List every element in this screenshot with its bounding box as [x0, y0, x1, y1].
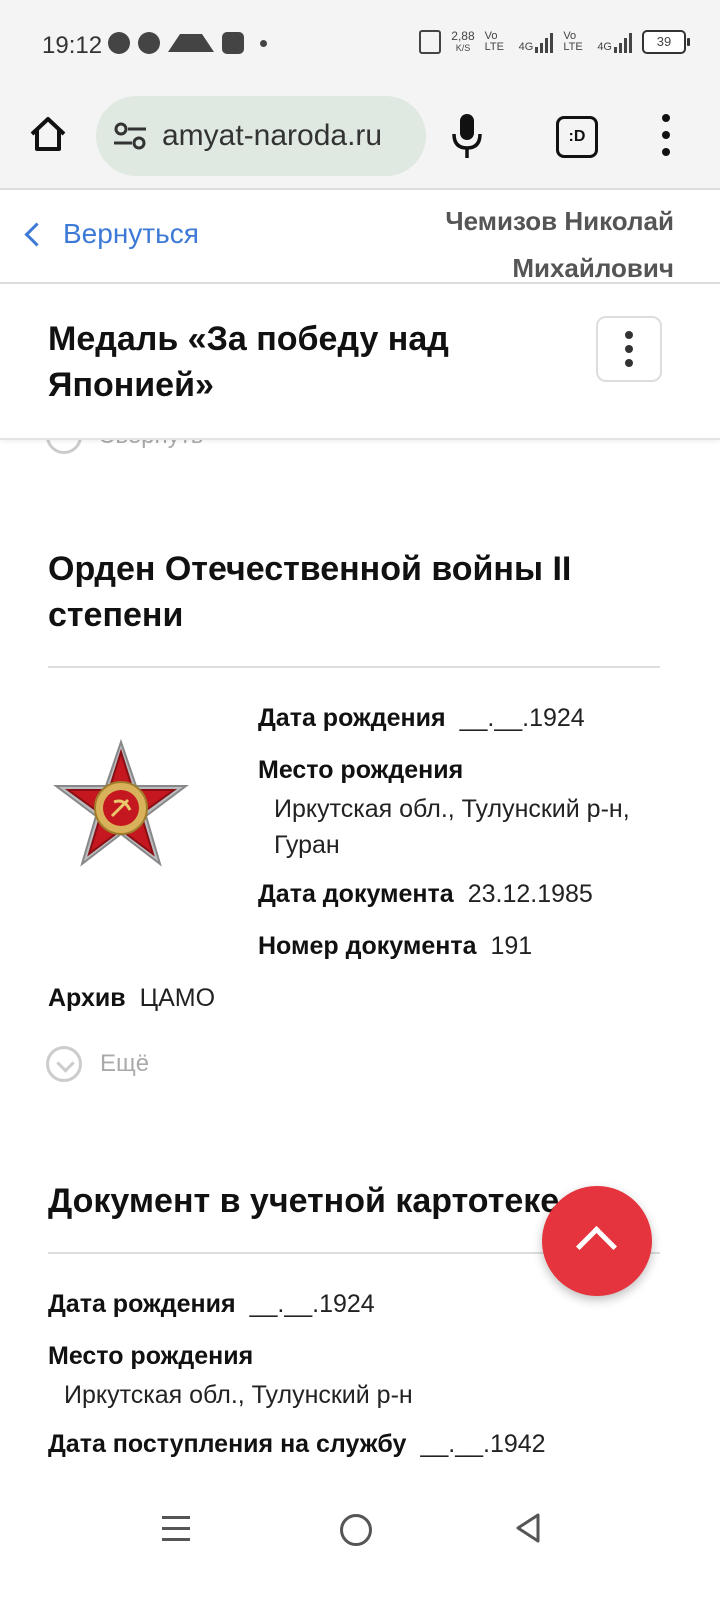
- home-icon[interactable]: [28, 114, 68, 154]
- telegram-icon: [168, 34, 214, 52]
- chevron-left-icon: [24, 221, 49, 247]
- address-bar[interactable]: amyat-naroda.ru: [96, 96, 426, 176]
- signal-icon: [614, 31, 632, 53]
- nfc-icon: [419, 30, 442, 54]
- notification-icons: [108, 32, 267, 54]
- dot-icon: [625, 359, 633, 367]
- person-name: Чемизов Николай Михайлович: [445, 206, 674, 283]
- site-settings-icon[interactable]: [112, 122, 148, 150]
- section-title-order: Орден Отечественной войны II степени: [48, 550, 572, 634]
- sim1-4g: 4G: [519, 31, 554, 53]
- page-top-bar: Вернуться Чемизов Николай Михайлович: [0, 190, 720, 284]
- home-nav-icon[interactable]: [340, 1514, 372, 1546]
- sim1-volte: Vo LTE: [484, 30, 504, 53]
- field-birth-place: Место рождения Иркутская обл., Тулунский…: [258, 756, 630, 859]
- award-title: Медаль «За победу над Японией»: [48, 320, 449, 404]
- browser-menu-icon[interactable]: [662, 114, 670, 165]
- back-label: Вернуться: [63, 218, 199, 249]
- dot-icon: [260, 39, 267, 47]
- order-medal-icon: [53, 738, 189, 867]
- status-bar: 19:12 2,88 K/S Vo LTE 4G Vo LTE 4G 39: [0, 0, 720, 92]
- microphone-icon[interactable]: [450, 112, 484, 160]
- back-nav-icon[interactable]: [514, 1512, 542, 1544]
- sim2-volte: Vo LTE: [563, 30, 583, 53]
- status-right: 2,88 K/S Vo LTE 4G Vo LTE 4G 39: [419, 28, 690, 54]
- field-doc-date: Дата документа 23.12.1985: [258, 880, 593, 908]
- field-service-date: Дата поступления на службу __.__.1942: [48, 1430, 546, 1458]
- field-birth-date: Дата рождения __.__.1924: [48, 1290, 375, 1318]
- status-time: 19:12: [42, 32, 103, 59]
- whatsapp-icon: [108, 32, 130, 54]
- sticky-award-header: Медаль «За победу над Японией»: [0, 284, 720, 440]
- browser-toolbar: amyat-naroda.ru :D: [0, 92, 720, 190]
- net-speed: 2,88 K/S: [451, 28, 475, 53]
- chevron-up-icon: [575, 1225, 618, 1268]
- recent-apps-icon[interactable]: [162, 1516, 190, 1549]
- divider: [48, 666, 660, 668]
- field-birth-place: Место рождения Иркутская обл., Тулунский…: [48, 1342, 413, 1409]
- battery-icon: 39: [642, 30, 690, 54]
- show-more-toggle[interactable]: Ещё: [46, 1046, 149, 1082]
- signal-icon: [535, 31, 554, 53]
- url-text[interactable]: amyat-naroda.ru: [162, 119, 412, 153]
- back-link[interactable]: Вернуться: [24, 218, 199, 250]
- chevron-down-icon: [46, 1046, 82, 1082]
- chat-icon: [138, 32, 160, 54]
- dot-icon: [625, 345, 633, 353]
- sim2-4g: 4G: [597, 31, 632, 53]
- dot-icon: [625, 331, 633, 339]
- tabs-button[interactable]: :D: [556, 116, 598, 158]
- field-birth-date: Дата рождения __.__.1924: [258, 704, 585, 732]
- system-nav-bar: [0, 1494, 720, 1600]
- field-doc-number: Номер документа 191: [258, 932, 533, 960]
- more-options-button[interactable]: [596, 316, 662, 382]
- scroll-to-top-button[interactable]: [542, 1186, 652, 1296]
- wb-icon: [222, 32, 244, 54]
- field-archive: Архив ЦАМО: [48, 984, 216, 1012]
